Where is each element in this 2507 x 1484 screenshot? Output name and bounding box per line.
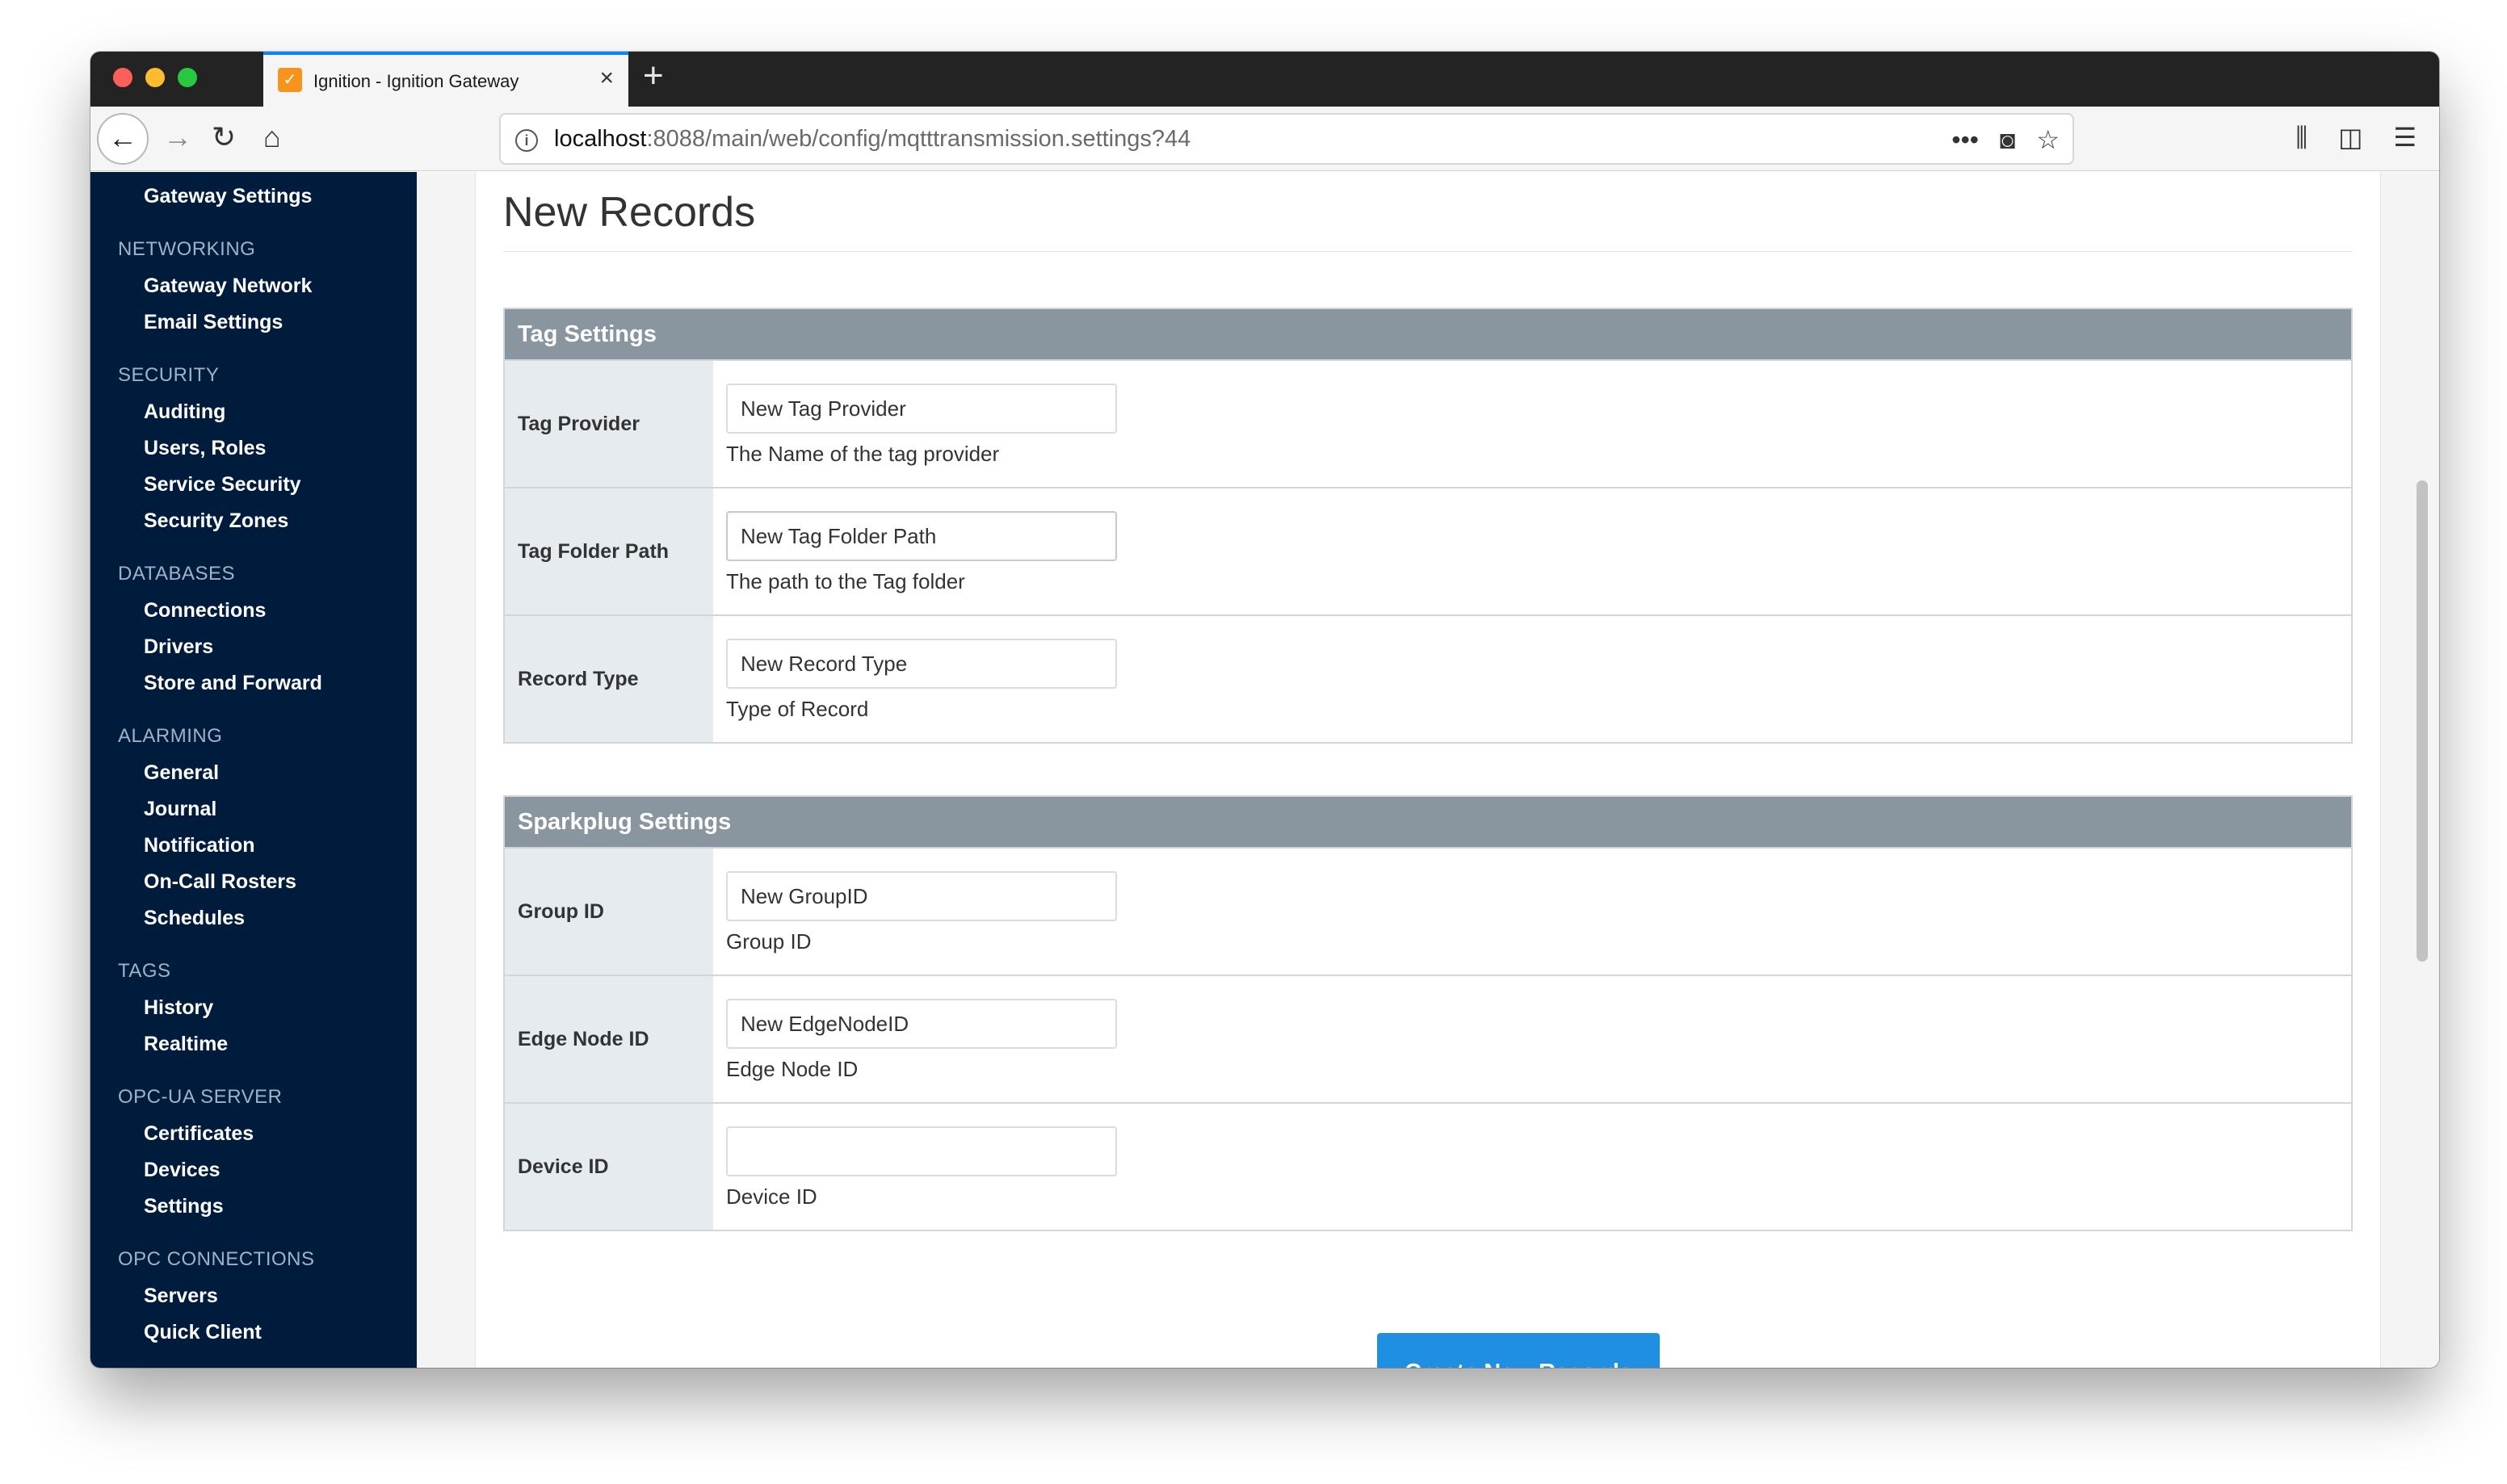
sidebar-item-notification[interactable]: Notification [90,828,417,864]
site-info-icon[interactable]: i [515,129,538,152]
sparkplug-settings-header: Sparkplug Settings [505,797,2351,847]
sidebar-section-opc-ua-server: OPC-UA SERVER [118,1086,283,1108]
field-label: Group ID [505,849,713,975]
form-row-device-id: Device ID Device ID [505,1102,2351,1230]
field-help-text: The Name of the tag provider [726,442,1000,466]
sidebar-item-security-zones[interactable]: Security Zones [90,503,417,539]
zoom-window-button[interactable] [178,68,197,87]
sidebar-item-devices[interactable]: Devices [90,1152,417,1188]
field-help-text: The path to the Tag folder [726,569,965,593]
field-help-text: Edge Node ID [726,1057,859,1081]
sidebar-section-databases: DATABASES [118,563,235,585]
sidebar-section-networking: NETWORKING [118,238,256,260]
ignition-favicon-icon: ✓ [278,68,302,92]
sidebar-item-certificates[interactable]: Certificates [90,1116,417,1152]
sidebar-item-quick-client[interactable]: Quick Client [90,1314,417,1351]
tab-close-icon[interactable]: × [599,66,614,90]
bookmark-star-icon[interactable]: ☆ [2036,123,2060,157]
tag-settings-header: Tag Settings [505,309,2351,359]
sidebar-item-drivers[interactable]: Drivers [90,629,417,665]
sidebar-toggle-icon[interactable]: ◫ [2338,119,2362,155]
menu-icon[interactable]: ☰ [2393,119,2417,155]
field-help-text: Device ID [726,1184,817,1209]
sidebar-section-opc-connections: OPC CONNECTIONS [118,1248,315,1270]
form-row-tag-provider: Tag Provider The Name of the tag provide… [505,359,2351,487]
sidebar-item-service-security[interactable]: Service Security [90,467,417,503]
sidebar-item-gateway-network[interactable]: Gateway Network [90,268,417,304]
field-help-text: Type of Record [726,697,869,721]
sidebar-item-on-call-rosters[interactable]: On-Call Rosters [90,864,417,900]
form-row-edge-node-id: Edge Node ID Edge Node ID [505,975,2351,1102]
field-label: Tag Folder Path [505,488,713,614]
group-id-input[interactable] [726,871,1117,921]
config-sidebar: Gateway Settings NETWORKING Gateway Netw… [90,172,417,1368]
sidebar-item-servers[interactable]: Servers [90,1278,417,1314]
field-label: Device ID [505,1104,713,1230]
device-id-input[interactable] [726,1126,1117,1176]
sidebar-section-security: SECURITY [118,364,220,386]
record-type-input[interactable] [726,639,1117,689]
sidebar-item-realtime[interactable]: Realtime [90,1026,417,1063]
browser-window: ✓ Ignition - Ignition Gateway × + ← → ↻ … [90,52,2439,1368]
field-label: Record Type [505,616,713,742]
library-icon[interactable]: ⫼ [2295,119,2308,155]
pocket-icon[interactable]: ◙ [2000,123,2015,157]
navigation-bar: ← → ↻ ⌂ i localhost:8088/main/web/config… [90,107,2439,171]
sidebar-item-gateway-settings[interactable]: Gateway Settings [90,178,417,215]
form-row-group-id: Group ID Group ID [505,847,2351,975]
page-content: Gateway Settings NETWORKING Gateway Netw… [90,172,2439,1368]
browser-tab[interactable]: ✓ Ignition - Ignition Gateway × [263,52,628,107]
form-row-tag-folder-path: Tag Folder Path The path to the Tag fold… [505,487,2351,614]
sidebar-item-journal[interactable]: Journal [90,791,417,828]
reload-icon[interactable]: ↻ [212,119,236,155]
sidebar-item-connections[interactable]: Connections [90,593,417,629]
sidebar-item-settings[interactable]: Settings [90,1188,417,1225]
sidebar-item-general[interactable]: General [90,755,417,791]
title-divider [503,251,2353,252]
tag-settings-section: Tag Settings Tag Provider The Name of th… [503,308,2353,744]
page-title: New Records [503,189,756,236]
sparkplug-settings-section: Sparkplug Settings Group ID Group ID Edg… [503,795,2353,1231]
close-window-button[interactable] [113,68,132,87]
page-actions-icon[interactable]: ••• [1951,123,1979,157]
home-icon[interactable]: ⌂ [263,119,281,155]
sidebar-item-auditing[interactable]: Auditing [90,394,417,430]
tab-title: Ignition - Ignition Gateway [313,71,519,91]
url-text[interactable]: localhost:8088/main/web/config/mqtttrans… [554,126,1191,153]
tag-provider-input[interactable] [726,384,1117,434]
create-new-records-button[interactable]: Create New Records [1377,1333,1660,1368]
minimize-window-button[interactable] [145,68,165,87]
form-row-record-type: Record Type Type of Record [505,614,2351,742]
tab-bar: ✓ Ignition - Ignition Gateway × + [90,52,2439,107]
sidebar-section-tags: TAGS [118,960,171,982]
edge-node-id-input[interactable] [726,999,1117,1049]
forward-icon[interactable]: → [163,119,192,155]
sidebar-item-users-roles[interactable]: Users, Roles [90,430,417,467]
sidebar-item-schedules[interactable]: Schedules [90,900,417,937]
sidebar-item-store-and-forward[interactable]: Store and Forward [90,665,417,702]
field-label: Edge Node ID [505,976,713,1102]
page-scrollbar[interactable] [2417,480,2428,962]
tag-folder-path-input[interactable] [726,511,1117,561]
url-bar[interactable]: i localhost:8088/main/web/config/mqtttra… [499,113,2074,165]
new-tab-icon[interactable]: + [643,58,664,94]
field-label: Tag Provider [505,361,713,487]
main-panel: New Records Tag Settings Tag Provider Th… [475,172,2381,1368]
sidebar-item-history[interactable]: History [90,990,417,1026]
field-help-text: Group ID [726,929,812,954]
sidebar-section-alarming: ALARMING [118,725,223,747]
sidebar-item-email-settings[interactable]: Email Settings [90,304,417,341]
back-icon[interactable]: ← [97,113,149,165]
